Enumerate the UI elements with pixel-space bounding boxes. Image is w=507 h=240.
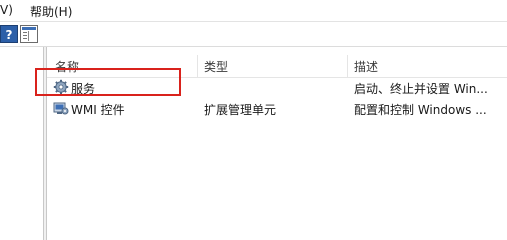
- column-header-type[interactable]: 类型: [204, 58, 228, 75]
- help-icon[interactable]: ?: [0, 25, 18, 43]
- services-description: 启动、终止并设置 Win...: [354, 82, 488, 96]
- toolbar: ?: [0, 22, 507, 47]
- column-header-description[interactable]: 描述: [354, 58, 378, 75]
- wmi-control-name: WMI 控件: [71, 103, 125, 117]
- menu-bar: V) 帮助(H): [0, 0, 507, 22]
- show-hide-console-tree-icon[interactable]: [20, 25, 38, 43]
- wmi-control-description: 配置和控制 Windows ...: [354, 103, 487, 117]
- wmi-control-icon: [53, 102, 69, 115]
- help-glyph: ?: [5, 28, 13, 42]
- highlight-box: [35, 68, 181, 96]
- wmi-control-type: 扩展管理单元: [204, 103, 277, 117]
- list-item-wmi-control[interactable]: WMI 控件 扩展管理单元 配置和控制 Windows ...: [47, 98, 507, 119]
- menu-help[interactable]: 帮助(H): [30, 3, 72, 20]
- menu-view[interactable]: V): [0, 3, 13, 17]
